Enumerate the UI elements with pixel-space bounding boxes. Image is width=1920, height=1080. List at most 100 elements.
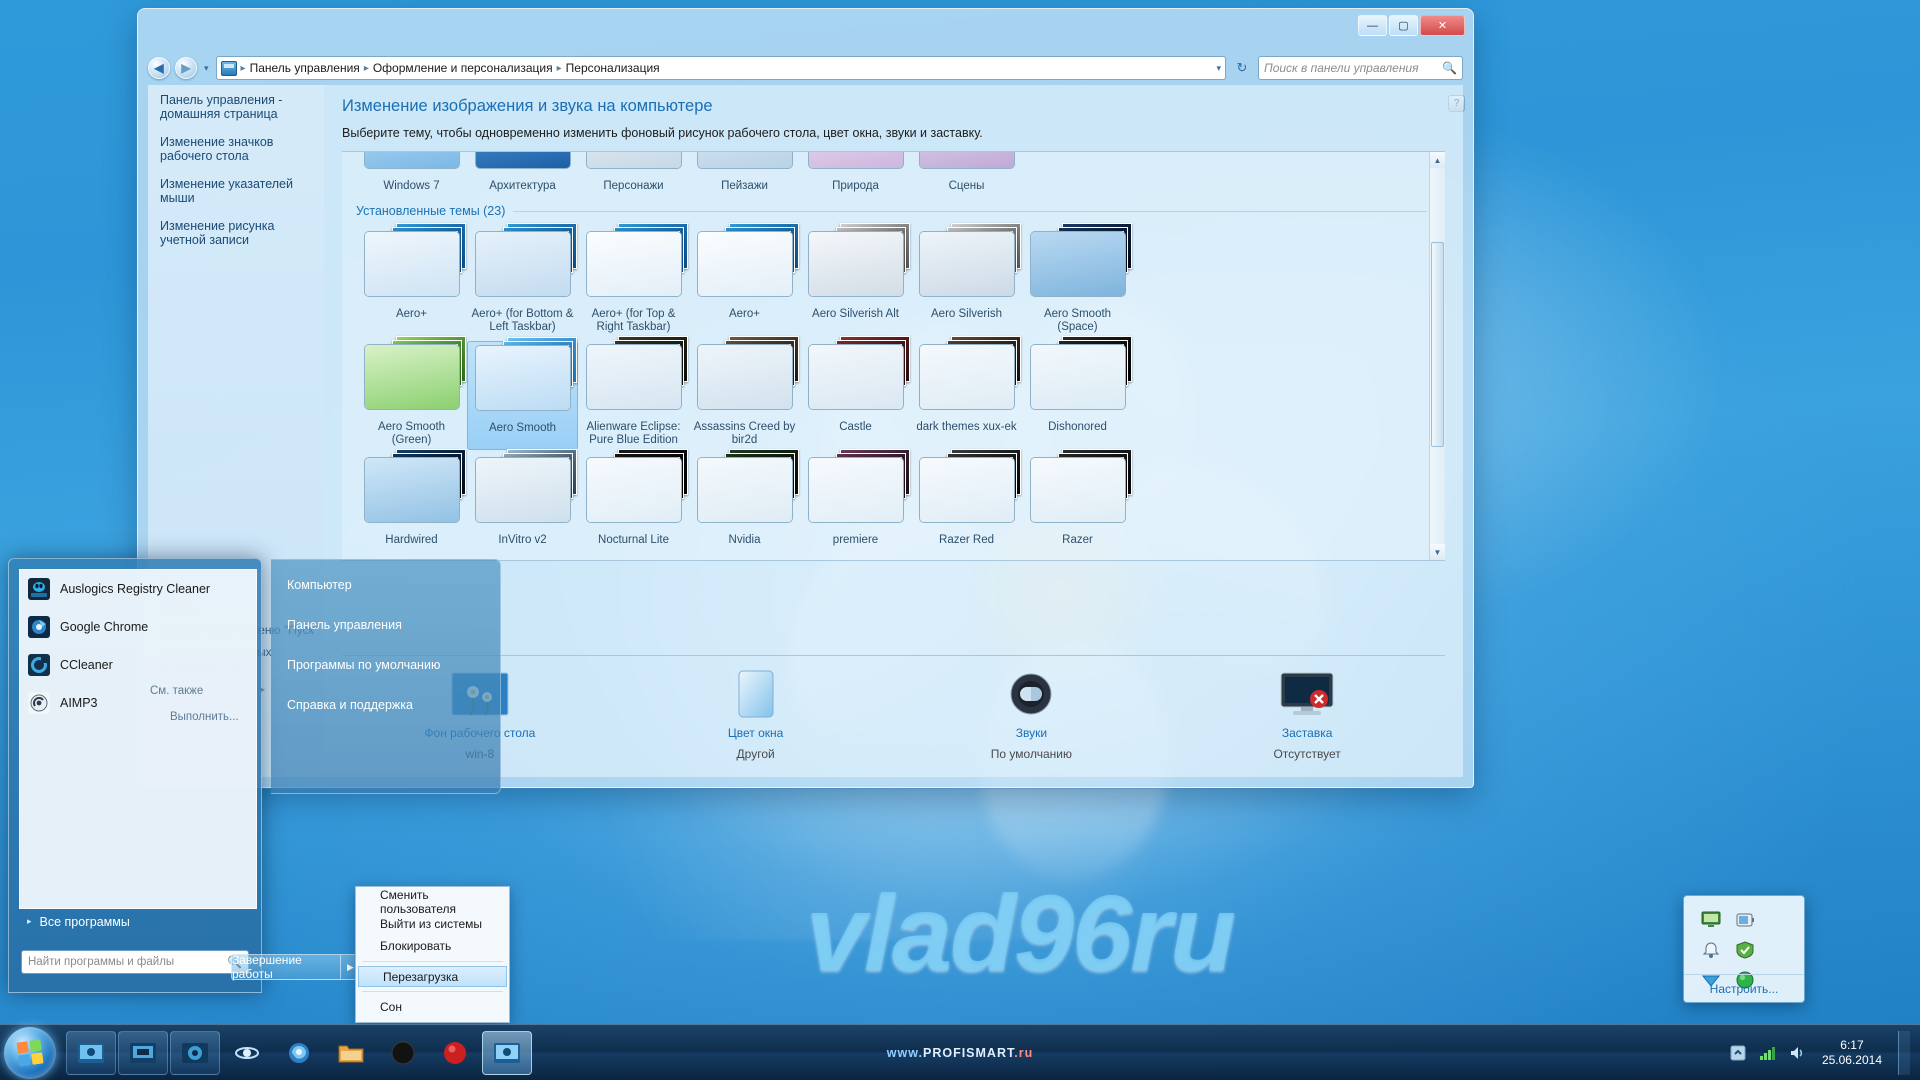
taskbar-button-explorer-2[interactable] <box>118 1031 168 1075</box>
start-menu-right-default-programs[interactable]: Программы по умолчанию <box>287 658 500 672</box>
theme-item[interactable]: Hardwired <box>356 454 467 550</box>
start-menu-search-input[interactable]: Найти программы и файлы 🔍 <box>21 950 249 974</box>
theme-label: Сцены <box>949 180 985 193</box>
taskbar-button-firefox[interactable] <box>274 1031 324 1075</box>
theme-list-scrollbar[interactable]: ▲ ▼ <box>1429 152 1445 560</box>
sidebar-link-account-picture[interactable]: Изменение рисунка учетной записи <box>160 219 312 247</box>
shutdown-menu-log-off[interactable]: Выйти из системы <box>356 913 509 935</box>
shutdown-menu-switch-user[interactable]: Сменить пользователя <box>356 891 509 913</box>
address-bar[interactable]: ▸ Панель управления ▸ Оформление и персо… <box>216 56 1226 80</box>
theme-item[interactable]: Nvidia <box>689 454 800 550</box>
scroll-up-button[interactable]: ▲ <box>1430 152 1445 168</box>
theme-item[interactable]: Alienware Eclipse: Pure Blue Edition <box>578 341 689 450</box>
taskbar-button-black-circle[interactable] <box>378 1031 428 1075</box>
theme-item[interactable]: InVitro v2 <box>467 454 578 550</box>
breadcrumb-item-0[interactable]: Панель управления <box>250 61 360 75</box>
back-button[interactable]: ◀ <box>148 57 170 79</box>
theme-preview <box>475 457 571 523</box>
theme-item[interactable]: Aero+ <box>356 228 467 337</box>
taskbar-button-explorer-1[interactable] <box>66 1031 116 1075</box>
theme-item[interactable]: Dishonored <box>1022 341 1133 450</box>
forward-button[interactable]: ▶ <box>175 57 197 79</box>
battery-icon[interactable] <box>1728 905 1762 935</box>
theme-item[interactable]: Aero Silverish Alt <box>800 228 911 337</box>
theme-item[interactable]: Aero+ (for Bottom & Left Taskbar) <box>467 228 578 337</box>
theme-item[interactable]: Персонажи <box>578 151 689 196</box>
taskbar-button-satellite[interactable] <box>222 1031 272 1075</box>
refresh-icon[interactable]: ↻ <box>1231 57 1253 79</box>
shutdown-menu-lock[interactable]: Блокировать <box>356 935 509 957</box>
theme-item[interactable]: Пейзажи <box>689 151 800 196</box>
control-panel-search-input[interactable]: Поиск в панели управления 🔍 <box>1258 56 1463 80</box>
start-menu-item-chrome[interactable]: Google Chrome <box>20 608 256 646</box>
shutdown-menu-sleep[interactable]: Сон <box>356 996 509 1018</box>
start-menu-item-ccleaner[interactable]: CCleaner <box>20 646 256 684</box>
sidebar-link-mouse-pointers[interactable]: Изменение указателей мыши <box>160 177 312 205</box>
theme-item-selected[interactable]: Aero Smooth <box>467 341 578 450</box>
theme-item[interactable]: premiere <box>800 454 911 550</box>
tray-configure-link[interactable]: Настроить... <box>1684 974 1804 1002</box>
theme-item[interactable]: Aero Silverish <box>911 228 1022 337</box>
start-menu-right-help[interactable]: Справка и поддержка <box>287 698 500 712</box>
breadcrumb-item-2[interactable]: Персонализация <box>566 61 660 75</box>
setting-sounds[interactable]: Звуки По умолчанию <box>894 668 1170 761</box>
theme-item[interactable]: Assassins Creed by bir2d <box>689 341 800 450</box>
shutdown-button[interactable]: Завершение работы <box>231 954 341 980</box>
monitor-icon[interactable] <box>1694 905 1728 935</box>
volume-icon[interactable] <box>1788 1043 1808 1063</box>
start-menu-right-computer[interactable]: Компьютер <box>287 578 500 592</box>
taskbar-button-record[interactable] <box>430 1031 480 1075</box>
theme-item[interactable]: Nocturnal Lite <box>578 454 689 550</box>
theme-item[interactable]: Razer Red <box>911 454 1022 550</box>
scrollbar-thumb[interactable] <box>1431 242 1444 447</box>
setting-window-color[interactable]: Цвет окна Другой <box>618 668 894 761</box>
shutdown-menu-restart[interactable]: Перезагрузка <box>358 966 507 987</box>
show-hidden-icons-button[interactable] <box>1728 1043 1748 1063</box>
theme-item[interactable]: Архитектура <box>467 151 578 196</box>
theme-item[interactable]: Aero Smooth (Space) <box>1022 228 1133 337</box>
theme-item[interactable]: Природа <box>800 151 911 196</box>
bell-icon[interactable] <box>1694 935 1728 965</box>
network-icon[interactable] <box>1758 1043 1778 1063</box>
taskbar-button-personalization[interactable] <box>482 1031 532 1075</box>
start-menu-right-control-panel[interactable]: Панель управления <box>287 618 500 632</box>
breadcrumb-sep: ▸ <box>363 63 370 74</box>
shield-icon[interactable] <box>1728 935 1762 965</box>
theme-item[interactable]: Aero+ <box>689 228 800 337</box>
sidebar-link-desktop-icons[interactable]: Изменение значков рабочего стола <box>160 135 312 163</box>
theme-thumbnail <box>364 231 460 303</box>
sidebar-link-home[interactable]: Панель управления - домашняя страница <box>160 93 312 121</box>
theme-thumbnail <box>586 151 682 175</box>
theme-item[interactable]: Windows 7 <box>356 151 467 196</box>
theme-item[interactable]: dark themes xux-ek <box>911 341 1022 450</box>
search-icon: 🔍 <box>1442 61 1457 75</box>
chevron-right-icon: ▸ <box>27 916 32 927</box>
theme-label: dark themes xux-ek <box>916 421 1016 434</box>
theme-item[interactable]: Razer <box>1022 454 1133 550</box>
address-dropdown-icon[interactable]: ▾ <box>1216 63 1221 74</box>
window-titlebar[interactable]: — ▢ ✕ <box>138 9 1473 45</box>
theme-item[interactable]: Aero+ (for Top & Right Taskbar) <box>578 228 689 337</box>
scroll-down-button[interactable]: ▼ <box>1430 544 1445 560</box>
taskbar-button-folder[interactable] <box>326 1031 376 1075</box>
all-programs-button[interactable]: ▸ Все программы <box>19 908 257 934</box>
theme-item[interactable]: Castle <box>800 341 911 450</box>
show-desktop-button[interactable] <box>1898 1031 1910 1075</box>
taskbar-button-explorer-3[interactable] <box>170 1031 220 1075</box>
minimize-button[interactable]: — <box>1358 15 1387 36</box>
theme-label: Hardwired <box>385 534 437 547</box>
theme-item[interactable]: Aero Smooth (Green) <box>356 341 467 450</box>
maximize-button[interactable]: ▢ <box>1389 15 1418 36</box>
breadcrumb-item-1[interactable]: Оформление и персонализация <box>373 61 553 75</box>
start-search-placeholder: Найти программы и файлы <box>28 956 174 968</box>
recent-pages-dropdown-icon[interactable]: ▾ <box>204 63 209 74</box>
theme-list-scroll-area[interactable]: Windows 7 Архитектура <box>342 151 1445 561</box>
setting-screensaver[interactable]: Заставка Отсутствует <box>1169 668 1445 761</box>
taskbar-clock[interactable]: 6:17 25.06.2014 <box>1818 1038 1888 1068</box>
start-button[interactable] <box>4 1027 56 1079</box>
close-button[interactable]: ✕ <box>1420 15 1465 36</box>
theme-item[interactable]: Сцены <box>911 151 1022 196</box>
run-command-item[interactable]: Выполнить... <box>170 711 239 723</box>
theme-thumbnail <box>586 457 682 529</box>
start-menu-item-auslogics[interactable]: Auslogics Registry Cleaner <box>20 570 256 608</box>
